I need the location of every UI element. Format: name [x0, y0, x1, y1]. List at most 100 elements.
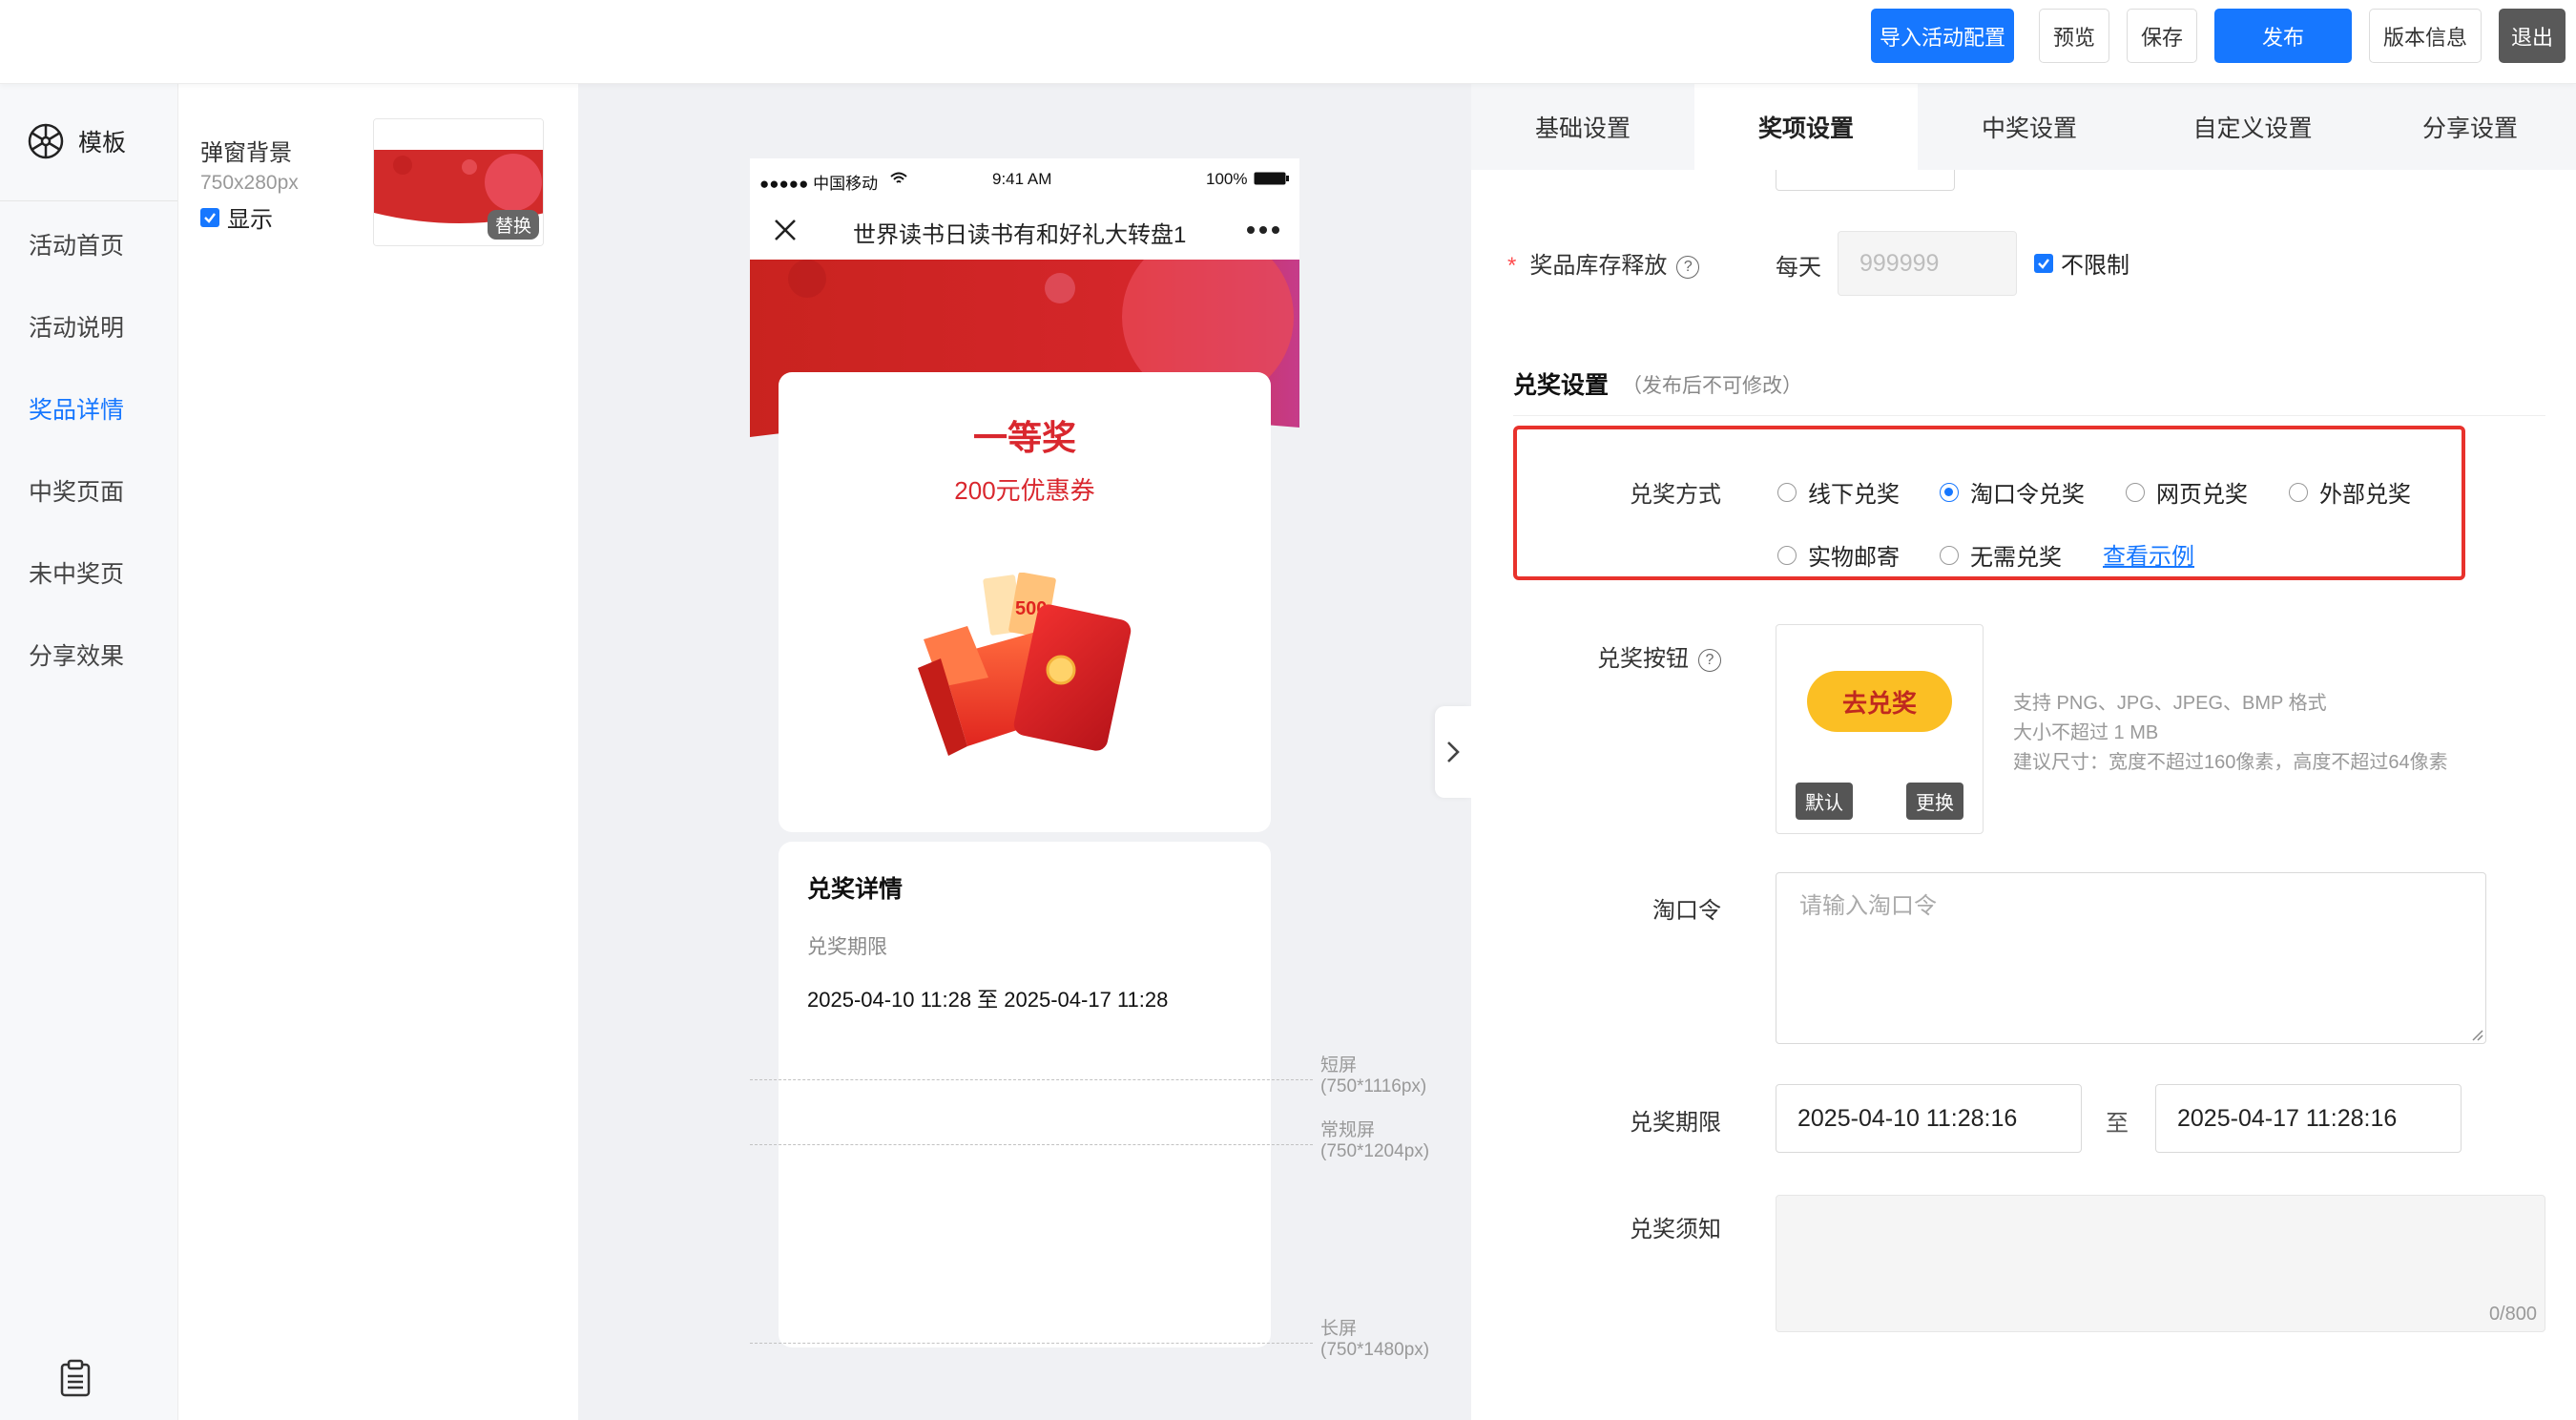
more-dots-icon[interactable] [1246, 225, 1280, 235]
battery-text: 100% [1206, 170, 1248, 188]
tab-basic-settings[interactable]: 基础设置 [1471, 84, 1694, 170]
upload-hint-size: 大小不超过 1 MB [2013, 722, 2159, 743]
default-button[interactable]: 默认 [1796, 783, 1853, 820]
redeem-period-label-settings: 兑奖期限 [1630, 1110, 1721, 1136]
left-nav: 模板 活动首页 活动说明 奖品详情 中奖页面 未中奖页 分享效果 [0, 84, 178, 1420]
publish-button[interactable]: 发布 [2214, 9, 2352, 63]
resize-handle-icon[interactable] [2470, 1028, 2483, 1041]
exit-button[interactable]: 退出 [2499, 9, 2566, 63]
close-icon[interactable] [773, 218, 798, 242]
tab-share-settings[interactable]: 分享设置 [2364, 84, 2576, 170]
period-separator: 至 [2106, 1111, 2129, 1137]
period-start-input[interactable]: 2025-04-10 11:28:16 [1776, 1084, 2082, 1153]
radio-no-redeem[interactable]: 无需兑奖 [1940, 538, 2062, 572]
checkbox-checked-icon[interactable] [200, 207, 219, 227]
radio-mail-redeem[interactable]: 实物邮寄 [1777, 538, 1900, 572]
settings-tabs: 基础设置 奖项设置 中奖设置 自定义设置 分享设置 [1471, 84, 2576, 170]
popup-bg-label: 弹窗背景 [200, 140, 292, 166]
nav-item-activity-home[interactable]: 活动首页 [29, 227, 124, 261]
guide-line-short [750, 1079, 1313, 1080]
redeem-button-preview: 去兑奖 [1807, 671, 1952, 732]
stock-per-day-input[interactable]: 999999 [1838, 231, 2017, 296]
guide-line-regular [750, 1144, 1313, 1145]
required-asterisk: * [1507, 253, 1517, 279]
redeem-notice-label: 兑奖须知 [1630, 1217, 1721, 1242]
redeem-method-label: 兑奖方式 [1630, 482, 1721, 508]
nav-item-share-effect[interactable]: 分享效果 [29, 637, 124, 672]
time-text: 9:41 AM [992, 170, 1052, 188]
redeem-detail-title: 兑奖详情 [807, 876, 904, 903]
radio-external-redeem[interactable]: 外部兑奖 [2289, 475, 2411, 509]
nav-item-activity-desc[interactable]: 活动说明 [29, 309, 124, 344]
chevron-right-icon [1447, 741, 1460, 762]
clipboard-icon[interactable] [59, 1359, 92, 1397]
battery-icon [1254, 172, 1289, 185]
period-end-input[interactable]: 2025-04-17 11:28:16 [2155, 1084, 2462, 1153]
phone-title-bar: 世界读书日读书有和好礼大转盘1 [750, 198, 1299, 260]
view-example-link[interactable]: 查看示例 [2103, 537, 2194, 571]
radio-taokouling-redeem[interactable]: 淘口令兑奖 [1940, 475, 2085, 509]
redeem-period-label: 兑奖期限 [807, 936, 887, 958]
stock-release-label: * 奖品库存释放? [1507, 246, 1727, 280]
preview-button[interactable]: 预览 [2039, 9, 2109, 63]
guide-line-long [750, 1343, 1313, 1344]
import-config-button[interactable]: 导入活动配置 [1871, 9, 2014, 63]
redeem-detail-card: 兑奖详情 兑奖期限 2025-04-10 11:28 至 2025-04-17 … [779, 842, 1271, 1347]
radio-circle-icon[interactable] [1777, 482, 1797, 502]
nav-item-lose-page[interactable]: 未中奖页 [29, 555, 124, 590]
template-wheel-icon [28, 123, 64, 159]
redeem-button-upload[interactable]: 去兑奖 默认 更换 [1776, 624, 1984, 834]
radio-selected-icon[interactable] [1940, 482, 1959, 502]
redeem-notice-textarea[interactable]: 0/800 [1776, 1195, 2545, 1332]
help-icon[interactable]: ? [1698, 648, 1721, 672]
show-checkbox[interactable]: 显示 [200, 200, 273, 234]
prize-description: 200元优惠券 [954, 476, 1095, 505]
carrier-text: ●●●●● 中国移动 [759, 175, 879, 193]
radio-webpage-redeem[interactable]: 网页兑奖 [2126, 475, 2248, 509]
replace-badge[interactable]: 替换 [487, 210, 539, 240]
partial-input-above[interactable] [1776, 170, 1955, 191]
upload-hint-format: 支持 PNG、JPG、JPEG、BMP 格式 [2013, 693, 2327, 714]
radio-circle-icon[interactable] [1777, 545, 1797, 565]
taokouling-textarea[interactable]: 请输入淘口令 [1776, 872, 2486, 1044]
popup-bg-size: 750x280px [200, 172, 299, 194]
radio-circle-icon[interactable] [2289, 482, 2308, 502]
top-toolbar: 导入活动配置 预览 保存 发布 版本信息 退出 [0, 0, 2576, 84]
nav-item-win-page[interactable]: 中奖页面 [29, 473, 124, 508]
redeem-section-note: （发布后不可修改） [1622, 375, 1802, 397]
tab-prize-settings[interactable]: 奖项设置 [1694, 84, 1918, 170]
nav-divider [0, 200, 177, 201]
module-config-panel: 弹窗背景 750x280px 显示 替换 [179, 84, 578, 1420]
radio-circle-icon[interactable] [2126, 482, 2145, 502]
guide-label-regular: 常规屏 (750*1204px) [1320, 1120, 1430, 1161]
prize-card: 一等奖 200元优惠券 500 [779, 372, 1271, 832]
prize-level: 一等奖 [972, 418, 1076, 457]
taokouling-label: 淘口令 [1652, 898, 1721, 924]
red-envelope-gift-icon: 500 [918, 573, 1132, 756]
change-button[interactable]: 更换 [1906, 783, 1963, 820]
redeem-period-value: 2025-04-10 11:28 至 2025-04-17 11:28 [807, 988, 1169, 1012]
help-icon[interactable]: ? [1676, 255, 1700, 279]
template-nav[interactable]: 模板 [27, 122, 126, 160]
collapse-panel-button[interactable] [1435, 706, 1471, 798]
phone-page-title: 世界读书日读书有和好礼大转盘1 [853, 222, 1187, 246]
popup-bg-thumbnail[interactable]: 替换 [373, 118, 544, 246]
redeem-section-title: 兑奖设置 [1513, 372, 1610, 399]
nav-item-prize-details[interactable]: 奖品详情 [29, 391, 124, 426]
checkbox-checked-icon[interactable] [2034, 253, 2053, 273]
stock-unlimited-label: 不限制 [2061, 253, 2129, 279]
version-info-button[interactable]: 版本信息 [2369, 9, 2482, 63]
radio-offline-redeem[interactable]: 线下兑奖 [1777, 475, 1900, 509]
guide-label-short: 短屏 (750*1116px) [1320, 1055, 1427, 1096]
guide-label-long: 长屏 (750*1480px) [1320, 1319, 1430, 1360]
wifi-icon [890, 172, 907, 183]
stock-per-day-label: 每天 [1776, 255, 1821, 281]
radio-circle-icon[interactable] [1940, 545, 1959, 565]
stock-unlimited-checkbox[interactable]: 不限制 [2034, 246, 2129, 280]
save-button[interactable]: 保存 [2127, 9, 2197, 63]
upload-hint-dimensions: 建议尺寸：宽度不超过160像素，高度不超过64像素 [2013, 752, 2448, 773]
tab-custom-settings[interactable]: 自定义设置 [2141, 84, 2364, 170]
redeem-button-label: 兑奖按钮? [1565, 639, 1721, 673]
tab-win-settings[interactable]: 中奖设置 [1918, 84, 2141, 170]
notice-char-counter: 0/800 [2488, 1304, 2537, 1325]
